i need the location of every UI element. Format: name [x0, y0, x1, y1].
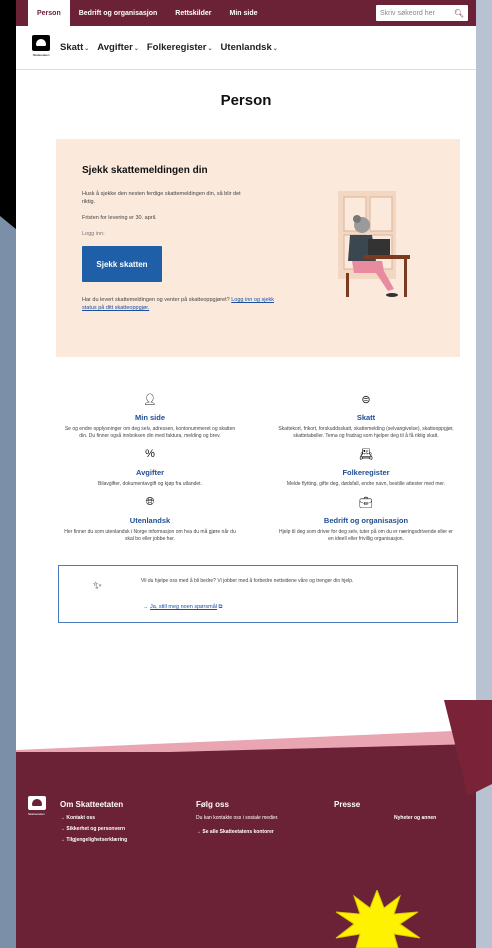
tax-banner: Sjekk skattemeldingen din Husk å sjekke … [56, 139, 460, 357]
page-title: Person [220, 92, 272, 109]
coin-icon: ⊜ [361, 394, 371, 406]
card-desc: Se og endre opplysninger om deg selv, ad… [64, 426, 236, 439]
card-title[interactable]: Min side [56, 413, 244, 422]
card-title[interactable]: Utenlandsk [56, 516, 244, 525]
magic-wand-icon: ✨︎ [93, 580, 103, 592]
logo-icon [28, 796, 46, 810]
card-title[interactable]: Avgifter [56, 468, 244, 477]
footer-link[interactable]: → Kontakt oss [60, 815, 127, 821]
tab-min-side[interactable]: Min side [220, 0, 266, 26]
card-title[interactable]: Bedrift og organisasjon [272, 516, 460, 525]
feedback-text: Vil du hjelpe oss med å bli bedre? Vi jo… [141, 578, 354, 584]
briefcase-icon: 💼︎ [359, 497, 373, 509]
feedback-box: ✨︎ Vil du hjelpe oss med å bli bedre? Vi… [58, 565, 458, 623]
feedback-link[interactable]: → Ja, still meg noen spørsmål ⧉ [143, 604, 222, 611]
external-link-icon: ⧉ [218, 604, 223, 610]
topic-grid: 👤︎ Min side Se og endre opplysninger om … [56, 385, 460, 543]
logo-text: Skatteetaten [32, 52, 50, 57]
tab-person[interactable]: Person [28, 0, 70, 26]
banner-heading: Sjekk skattemeldingen din [82, 165, 208, 176]
search-input[interactable]: Skriv søkeord her 🔍︎ [376, 5, 468, 21]
footer-heading: Presse [334, 800, 361, 809]
card-desc: Her finner du som utenlandsk i Norge inf… [64, 529, 236, 542]
card-title[interactable]: Folkeregister [272, 468, 460, 477]
footer-col-follow: Følg oss Du kan kontakte oss i sosiale m… [196, 800, 279, 840]
card-title[interactable]: Skatt [272, 413, 460, 422]
chevron-down-icon: ⌄ [207, 46, 213, 52]
globe-icon: 🌐︎ [145, 496, 155, 508]
banner-status-text: Har du levert skattemeldingen og venter … [82, 297, 275, 311]
starburst-shape [335, 890, 420, 948]
card-bedrift[interactable]: 💼︎ Bedrift og organisasjon Hjelp til deg… [272, 488, 460, 543]
banner-deadline: Fristen for levering er 30. april. [82, 215, 157, 221]
banner-text: Husk å sjekke den nesten ferdige skattem… [82, 191, 241, 205]
card-min-side[interactable]: 👤︎ Min side Se og endre opplysninger om … [56, 385, 244, 440]
card-folkeregister[interactable]: 📇︎ Folkeregister Melde flytting, gifte d… [272, 440, 460, 488]
logo-icon [32, 34, 50, 51]
footer-link[interactable]: Nyheter og annen [394, 815, 436, 821]
chevron-down-icon: ⌄ [133, 46, 139, 52]
footer-col-about: Om Skatteetaten → Kontakt oss → Sikkerhe… [60, 800, 127, 848]
tab-bedrift[interactable]: Bedrift og organisasjon [70, 0, 167, 26]
footer-heading: Om Skatteetaten [60, 800, 124, 809]
footer-link[interactable]: → Sikkerhet og personvern [60, 826, 127, 832]
logo-text: Skatteetaten [28, 812, 45, 816]
footer-logo[interactable]: Skatteetaten [28, 796, 50, 822]
nav-item-utenlandsk[interactable]: Utenlandsk⌄ [221, 42, 278, 53]
card-desc: Bilavgifter, dokumentavgift og kjøp fra … [98, 481, 202, 487]
banner-login-label: Logg inn: [82, 231, 105, 237]
chevron-down-icon: ⌄ [272, 46, 278, 52]
check-tax-button[interactable]: Sjekk skatten [82, 246, 162, 282]
logo[interactable]: Skatteetaten [30, 34, 52, 61]
search-icon[interactable]: 🔍︎ [454, 9, 464, 18]
footer-col-press: Presse Nyheter og annen [334, 800, 436, 826]
tab-rettskilder[interactable]: Rettskilder [166, 0, 220, 26]
card-skatt[interactable]: ⊜ Skatt Skattekort, frikort, forskuddssk… [272, 385, 460, 440]
card-utenlandsk[interactable]: 🌐︎ Utenlandsk Her finner du som utenland… [56, 488, 244, 543]
chevron-down-icon: ⌄ [84, 46, 90, 52]
footer-heading: Følg oss [196, 800, 229, 809]
search-placeholder: Skriv søkeord her [380, 9, 435, 17]
card-desc: Hjelp til deg som driver for deg selv, t… [279, 529, 453, 542]
top-bar: Person Bedrift og organisasjon Rettskild… [16, 0, 476, 26]
id-badge-icon: 📇︎ [359, 449, 373, 461]
person-at-laptop-illustration [338, 191, 410, 297]
page: Person Bedrift og organisasjon Rettskild… [16, 0, 476, 948]
card-desc: Melde flytting, gifte deg, dødsfall, end… [286, 481, 446, 487]
nav-item-avgifter[interactable]: Avgifter⌄ [97, 42, 139, 53]
card-avgifter[interactable]: % Avgifter Bilavgifter, dokumentavgift o… [56, 440, 244, 488]
footer-link[interactable]: → Tilgjengelighetserklæring [60, 837, 127, 843]
footer-note: Du kan kontakte oss i sosiale medier. [196, 815, 279, 821]
percent-icon: % [145, 448, 155, 460]
main-nav: Skatteetaten Skatt⌄ Avgifter⌄ Folkeregis… [16, 26, 476, 70]
footer-link[interactable]: → Se alle Skatteetatens kontorer [196, 829, 279, 835]
card-desc: Skattekort, frikort, forskuddsskatt, ska… [278, 426, 454, 439]
nav-item-folkeregister[interactable]: Folkeregister⌄ [147, 42, 213, 53]
nav-item-skatt[interactable]: Skatt⌄ [60, 42, 89, 53]
person-icon: 👤︎ [143, 394, 157, 406]
